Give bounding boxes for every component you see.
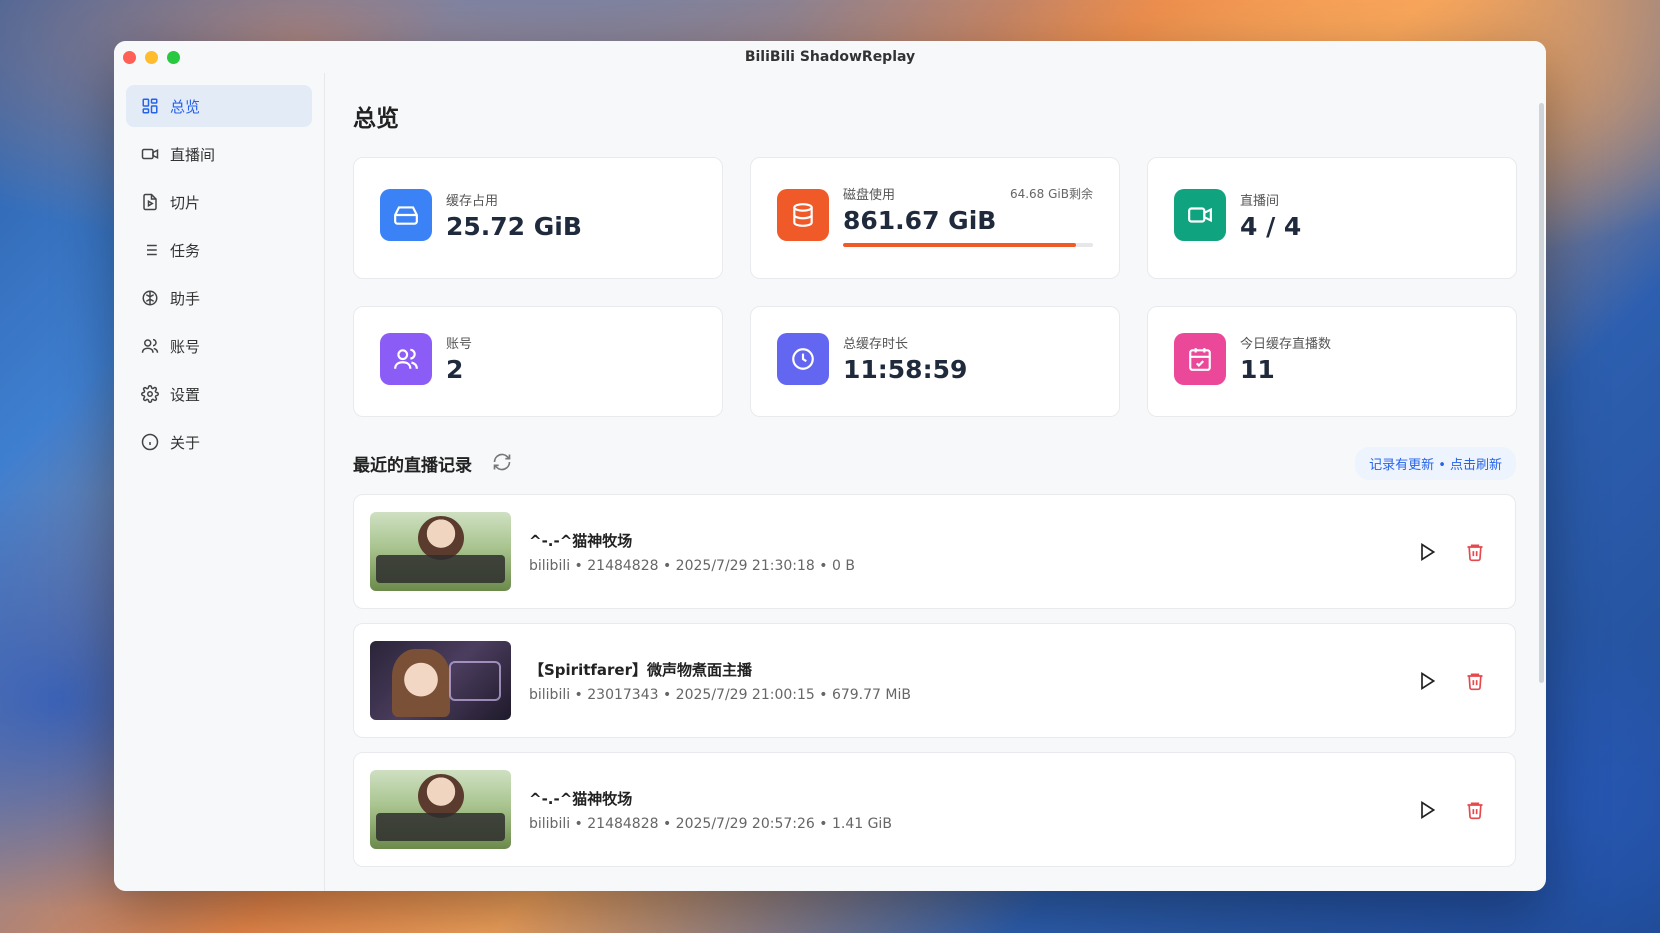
sidebar-item-label: 直播间 bbox=[170, 145, 216, 164]
sidebar-item-tasks[interactable]: 任务 bbox=[126, 229, 312, 271]
stat-card-rooms: 直播间 4 / 4 bbox=[1147, 157, 1517, 279]
stat-card-cache: 缓存占用 25.72 GiB bbox=[353, 157, 723, 279]
stat-card-today: 今日缓存直播数 11 bbox=[1147, 306, 1517, 417]
sidebar-item-label: 任务 bbox=[170, 241, 201, 260]
play-icon[interactable] bbox=[1415, 798, 1439, 822]
sidebar-item-settings[interactable]: 设置 bbox=[126, 373, 312, 415]
dashboard-icon bbox=[140, 96, 160, 116]
sidebar-item-label: 设置 bbox=[170, 385, 201, 404]
zoom-window-button[interactable] bbox=[167, 51, 180, 64]
sidebar-item-label: 关于 bbox=[170, 433, 201, 452]
refresh-notice-button[interactable]: 记录有更新 • 点击刷新 bbox=[1355, 447, 1516, 480]
video-camera-icon bbox=[140, 144, 160, 164]
trash-icon[interactable] bbox=[1463, 798, 1487, 822]
stat-label: 直播间 bbox=[1240, 193, 1280, 209]
record-row[interactable]: 【Spiritfarer】微声物煮面主播 bilibili • 23017343… bbox=[353, 623, 1516, 738]
record-meta: bilibili • 21484828 • 2025/7/29 20:57:26… bbox=[529, 815, 892, 832]
video-camera-icon bbox=[1174, 189, 1226, 241]
stat-card-accounts: 账号 2 bbox=[353, 306, 723, 417]
users-icon bbox=[380, 332, 432, 385]
stat-card-duration: 总缓存时长 11:58:59 bbox=[750, 306, 1120, 417]
record-row[interactable]: ^-.-^猫神牧场 bilibili • 21484828 • 2025/7/2… bbox=[353, 494, 1516, 609]
sidebar-item-about[interactable]: 关于 bbox=[126, 421, 312, 463]
sidebar-item-assistant[interactable]: 助手 bbox=[126, 277, 312, 319]
sidebar-item-rooms[interactable]: 直播间 bbox=[126, 133, 312, 175]
stat-value: 861.67 GiB bbox=[843, 205, 997, 235]
stat-value: 11 bbox=[1240, 355, 1275, 384]
title-bar: BiliBili ShadowReplay bbox=[114, 41, 1546, 73]
stat-label: 今日缓存直播数 bbox=[1240, 337, 1332, 352]
stat-value: 4 / 4 bbox=[1240, 211, 1302, 241]
hard-drive-icon bbox=[380, 189, 432, 241]
recent-header: 最近的直播记录 记录有更新 • 点击刷新 bbox=[353, 447, 1516, 480]
stat-value: 25.72 GiB bbox=[446, 211, 582, 241]
gear-icon bbox=[140, 384, 160, 404]
play-icon[interactable] bbox=[1415, 669, 1439, 693]
scrollbar[interactable] bbox=[1539, 103, 1544, 683]
record-meta: bilibili • 23017343 • 2025/7/29 21:00:15… bbox=[529, 686, 911, 703]
users-icon bbox=[140, 336, 160, 356]
sidebar-item-label: 总览 bbox=[170, 97, 201, 116]
minimize-window-button[interactable] bbox=[145, 51, 158, 64]
recent-title: 最近的直播记录 bbox=[353, 456, 472, 476]
stat-label: 总缓存时长 bbox=[843, 337, 909, 352]
stat-card-disk: 磁盘使用 64.68 GiB剩余 861.67 GiB bbox=[750, 157, 1120, 279]
disk-usage-bar bbox=[843, 242, 1093, 247]
disk-usage-fill bbox=[843, 242, 1076, 247]
stat-label: 账号 bbox=[446, 337, 473, 352]
refresh-icon[interactable] bbox=[492, 452, 512, 476]
sidebar-item-accounts[interactable]: 账号 bbox=[126, 325, 312, 367]
stat-label: 磁盘使用 bbox=[843, 187, 896, 203]
brain-icon bbox=[140, 288, 160, 308]
close-window-button[interactable] bbox=[123, 51, 136, 64]
window-title: BiliBili ShadowReplay bbox=[744, 49, 916, 65]
info-icon bbox=[140, 432, 160, 452]
stat-value: 11:58:59 bbox=[843, 355, 968, 384]
sidebar-item-overview[interactable]: 总览 bbox=[126, 85, 312, 127]
window-controls bbox=[123, 51, 180, 64]
record-title: ^-.-^猫神牧场 bbox=[529, 531, 633, 550]
stat-value: 2 bbox=[446, 355, 464, 384]
page-title: 总览 bbox=[353, 106, 399, 132]
stats-grid: 缓存占用 25.72 GiB 磁盘使用 64.68 GiB剩余 861.67 G… bbox=[353, 157, 1517, 417]
play-icon[interactable] bbox=[1415, 540, 1439, 564]
record-title: 【Spiritfarer】微声物煮面主播 bbox=[529, 660, 753, 679]
sidebar-item-label: 账号 bbox=[170, 337, 201, 356]
record-thumbnail bbox=[370, 512, 511, 591]
clip-file-icon bbox=[140, 192, 160, 212]
record-title: ^-.-^猫神牧场 bbox=[529, 789, 633, 808]
calendar-check-icon bbox=[1174, 332, 1226, 385]
app-window: BiliBili ShadowReplay 总览 直播间 切片 任务 助手 账号… bbox=[114, 41, 1546, 891]
list-icon bbox=[140, 240, 160, 260]
record-row[interactable]: ^-.-^猫神牧场 bilibili • 21484828 • 2025/7/2… bbox=[353, 752, 1516, 867]
sidebar: 总览 直播间 切片 任务 助手 账号 设置 关于 bbox=[114, 73, 325, 891]
clock-icon bbox=[777, 332, 829, 385]
record-thumbnail bbox=[370, 770, 511, 849]
database-icon bbox=[777, 189, 829, 241]
sidebar-item-label: 切片 bbox=[170, 193, 201, 212]
sidebar-item-label: 助手 bbox=[170, 289, 201, 308]
trash-icon[interactable] bbox=[1463, 669, 1487, 693]
trash-icon[interactable] bbox=[1463, 540, 1487, 564]
main-content: 总览 缓存占用 25.72 GiB 磁盘使用 64.68 GiB剩余 861.6… bbox=[325, 73, 1546, 891]
disk-free-text: 64.68 GiB剩余 bbox=[1009, 186, 1093, 201]
record-meta: bilibili • 21484828 • 2025/7/29 21:30:18… bbox=[529, 557, 855, 574]
record-thumbnail bbox=[370, 641, 511, 720]
sidebar-item-clips[interactable]: 切片 bbox=[126, 181, 312, 223]
stat-label: 缓存占用 bbox=[446, 193, 499, 209]
